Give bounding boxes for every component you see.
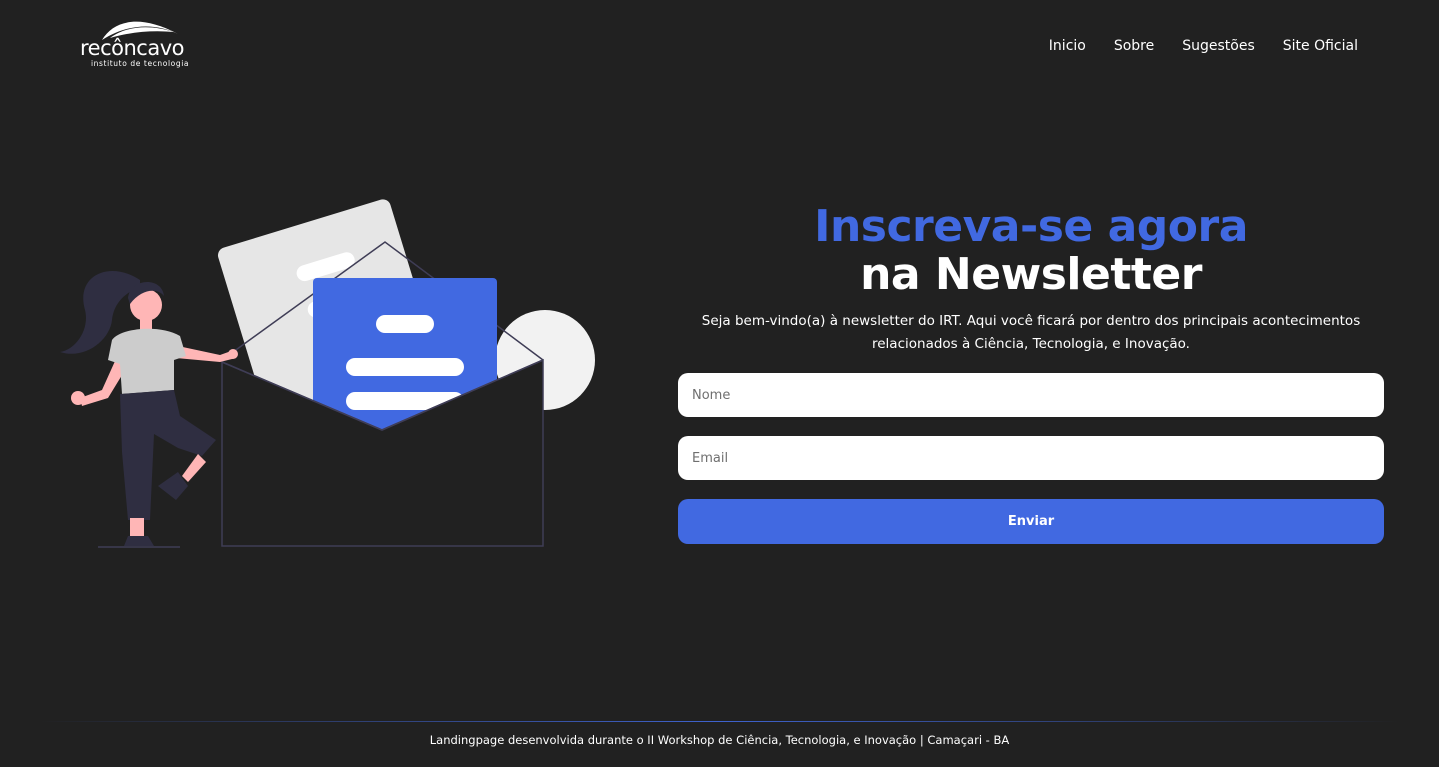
- footer-divider: [40, 721, 1399, 722]
- nav-link-inicio[interactable]: Inicio: [1049, 36, 1086, 56]
- logo-subtitle: instituto de tecnologia: [91, 59, 190, 68]
- email-input[interactable]: [678, 436, 1384, 480]
- nav-link-sobre[interactable]: Sobre: [1114, 36, 1154, 56]
- footer-text: Landingpage desenvolvida durante o II Wo…: [429, 733, 1010, 747]
- nav-link-sugestoes[interactable]: Sugestões: [1182, 36, 1255, 56]
- hero-title-line2: na Newsletter: [860, 249, 1202, 300]
- submit-button[interactable]: Enviar: [678, 499, 1384, 544]
- hero-description: Seja bem-vindo(a) à newsletter do IRT. A…: [701, 313, 1361, 352]
- newsletter-illustration: [60, 199, 595, 548]
- hero-title-line1: Inscreva-se agora: [814, 201, 1248, 252]
- main-nav: Inicio Sobre Sugestões Site Oficial: [1021, 36, 1358, 56]
- page: recôncavo instituto de tecnologia Inicio…: [0, 0, 1439, 767]
- nav-link-site-oficial[interactable]: Site Oficial: [1283, 36, 1358, 56]
- hero-title: Inscreva-se agora na Newsletter: [678, 203, 1384, 299]
- woman-figure: [60, 271, 238, 546]
- logo[interactable]: recôncavo instituto de tecnologia: [80, 16, 192, 72]
- name-input[interactable]: [678, 373, 1384, 417]
- logo-name: recôncavo: [80, 36, 185, 60]
